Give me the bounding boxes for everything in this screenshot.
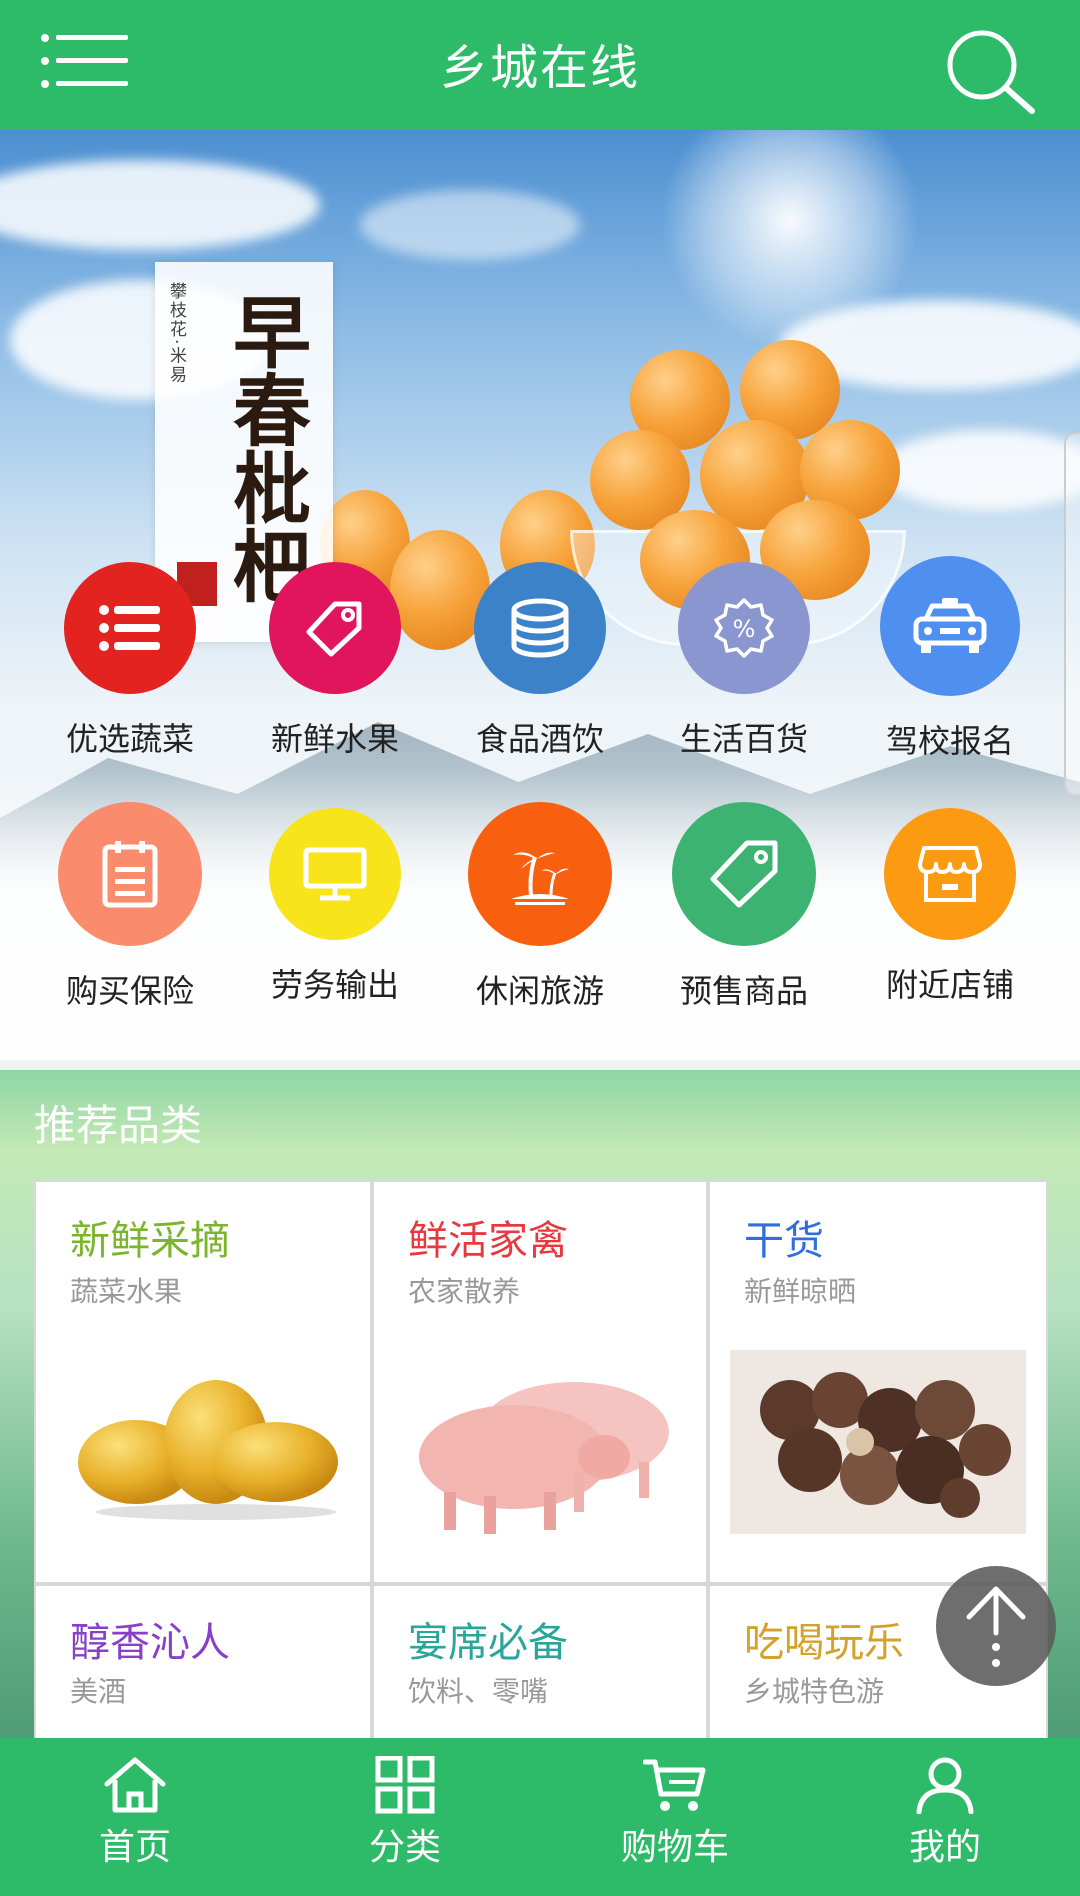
tile-title: 宴席必备 <box>408 1620 568 1666</box>
category-icon-bg <box>468 802 612 946</box>
tile-title: 鲜活家禽 <box>408 1218 568 1264</box>
category-label: 购买保险 <box>65 972 194 1010</box>
tab-label: 首页 <box>98 1827 171 1868</box>
tile-title: 干货 <box>744 1218 824 1264</box>
category-icon-bg <box>269 562 401 694</box>
car-icon <box>913 598 987 653</box>
tab-category[interactable]: 分类 <box>270 1738 540 1896</box>
category-label: 附近店铺 <box>885 966 1014 1004</box>
category-label: 劳务输出 <box>270 966 399 1004</box>
tile-subtitle: 美酒 <box>70 1675 127 1708</box>
tile-banquet-essentials[interactable]: 宴席必备 饮料、零嘴 <box>372 1584 708 1740</box>
section-title: 推荐品类 <box>34 1101 203 1150</box>
tab-home[interactable]: 首页 <box>0 1738 270 1896</box>
tile-title: 吃喝玩乐 <box>744 1620 904 1666</box>
tile-subtitle: 乡城特色游 <box>744 1675 885 1708</box>
search-icon <box>947 30 1035 114</box>
tile-fresh-picking[interactable]: 新鲜采摘 蔬菜水果 <box>34 1180 372 1584</box>
tile-subtitle: 农家散养 <box>408 1275 521 1308</box>
palm-island-icon <box>511 852 569 905</box>
tab-label: 购物车 <box>620 1827 729 1868</box>
tab-label: 我的 <box>908 1827 981 1868</box>
category-icon-bg: % <box>678 562 810 694</box>
tag-icon <box>306 601 362 657</box>
pig-image <box>419 1382 669 1534</box>
recommended-section: 推荐品类 新鲜采摘 蔬菜水果 鲜活家禽 农家散养 干货 新鲜晾晒 醇香沁人 美酒… <box>0 1070 1080 1740</box>
category-icon-bg <box>58 802 202 946</box>
category-daily-goods[interactable]: % 生活百货 <box>644 562 844 760</box>
category-icon-bg <box>269 808 401 940</box>
promo-subtitle: 攀枝花·米易 <box>166 282 186 385</box>
category-label: 新鲜水果 <box>270 720 399 758</box>
hero-banner[interactable]: 攀枝花·米易 早春枇杷 优选蔬菜 新鲜水果 食品酒饮 % 生活百货 驾校报名 购… <box>0 130 1080 1060</box>
category-nearby-shops[interactable]: 附近店铺 <box>850 808 1050 1006</box>
list-icon <box>99 605 160 651</box>
banner-cloud <box>880 430 1080 510</box>
category-label: 驾校报名 <box>885 722 1014 760</box>
tile-title: 新鲜采摘 <box>70 1218 230 1264</box>
category-label: 休闲旅游 <box>475 972 604 1010</box>
mushroom-image <box>730 1350 1026 1534</box>
arrow-up-more-icon <box>966 1586 1026 1667</box>
cart-icon <box>642 1759 706 1811</box>
category-label: 食品酒饮 <box>475 720 604 758</box>
price-tag-icon <box>710 840 778 908</box>
page-title: 乡城在线 <box>439 40 640 96</box>
percent-badge-icon: % <box>714 598 774 658</box>
banner-cloud <box>0 160 320 250</box>
category-icon-bg <box>474 562 606 694</box>
category-presale[interactable]: 预售商品 <box>644 802 844 1012</box>
category-fruits[interactable]: 新鲜水果 <box>235 562 435 760</box>
category-food-drinks[interactable]: 食品酒饮 <box>440 562 640 760</box>
search-button[interactable] <box>940 25 1040 115</box>
category-icon-bg <box>672 802 816 946</box>
home-icon <box>104 1757 166 1813</box>
clipboard-icon <box>102 841 158 908</box>
category-vegetables[interactable]: 优选蔬菜 <box>30 562 230 760</box>
category-insurance[interactable]: 购买保险 <box>30 802 230 1012</box>
category-driving-school[interactable]: 驾校报名 <box>850 556 1050 762</box>
category-labor-export[interactable]: 劳务输出 <box>235 808 435 1006</box>
tile-live-poultry[interactable]: 鲜活家禽 农家散养 <box>372 1180 708 1584</box>
category-icon-bg <box>64 562 196 694</box>
monitor-icon <box>303 847 367 901</box>
side-drawer-handle[interactable] <box>1064 432 1080 796</box>
category-leisure-travel[interactable]: 休闲旅游 <box>440 802 640 1012</box>
back-to-top-button[interactable] <box>936 1566 1056 1686</box>
shop-icon <box>918 846 982 902</box>
tab-cart[interactable]: 购物车 <box>540 1738 810 1896</box>
category-icon-bg <box>884 808 1016 940</box>
promo-title: 早春枇杷 <box>220 292 311 604</box>
database-icon <box>511 598 569 658</box>
tab-profile[interactable]: 我的 <box>810 1738 1080 1896</box>
tile-subtitle: 新鲜晾晒 <box>744 1275 857 1308</box>
tile-title: 醇香沁人 <box>70 1620 230 1666</box>
banner-cloud <box>360 190 580 260</box>
tab-label: 分类 <box>368 1827 441 1868</box>
category-label: 优选蔬菜 <box>65 720 194 758</box>
svg-text:%: % <box>733 615 756 643</box>
category-label: 生活百货 <box>679 720 808 758</box>
tile-dried-goods[interactable]: 干货 新鲜晾晒 <box>708 1180 1048 1584</box>
bottom-tab-bar: 首页 分类 购物车 我的 <box>0 1738 1080 1896</box>
tile-fine-wine[interactable]: 醇香沁人 美酒 <box>34 1584 372 1740</box>
app-header: 乡城在线 <box>0 0 1080 130</box>
category-label: 预售商品 <box>679 972 808 1010</box>
category-icon-bg <box>880 556 1020 696</box>
grid-icon <box>375 1755 435 1814</box>
user-icon <box>916 1757 974 1815</box>
tile-subtitle: 饮料、零嘴 <box>408 1675 549 1708</box>
tile-subtitle: 蔬菜水果 <box>70 1275 183 1308</box>
mango-image <box>78 1380 338 1520</box>
